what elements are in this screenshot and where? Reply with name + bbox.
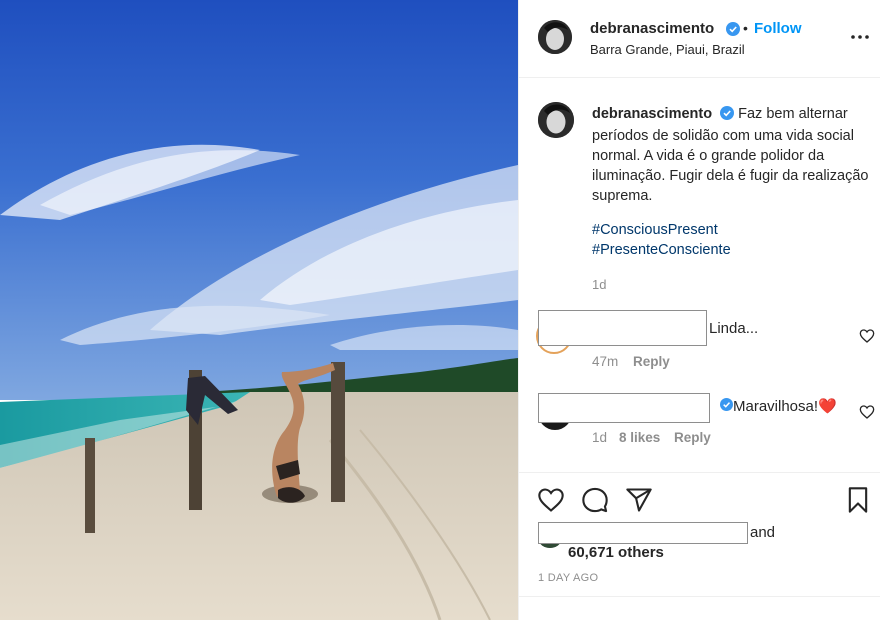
post-photo[interactable]: [0, 0, 518, 620]
likes-and-text: and: [750, 524, 776, 541]
comment-timestamp[interactable]: 47m: [592, 354, 618, 369]
heart-icon[interactable]: [537, 486, 565, 514]
comment-text: Linda...: [709, 320, 759, 337]
post-details-panel: debranascimento • Follow Barra Grande, P…: [518, 0, 880, 620]
separator-dot: •: [743, 20, 748, 36]
reply-button[interactable]: Reply: [674, 430, 711, 445]
actions-divider: [519, 472, 880, 473]
comment-like-heart-icon[interactable]: [859, 328, 875, 344]
heart-emoji: ❤️: [818, 398, 837, 415]
verified-badge-icon: [720, 106, 735, 126]
comment-likes-count[interactable]: 8 likes: [619, 430, 660, 445]
caption-username[interactable]: debranascimento: [592, 106, 712, 122]
post-date[interactable]: 1 DAY AGO: [538, 572, 598, 584]
comment-like-heart-icon[interactable]: [859, 404, 875, 420]
post-header: debranascimento • Follow Barra Grande, P…: [519, 0, 880, 78]
avatar[interactable]: [538, 20, 572, 54]
redacted-liker: [538, 522, 748, 544]
bookmark-icon[interactable]: [844, 486, 872, 514]
verified-badge-icon: [720, 398, 733, 416]
redacted-commenter: [538, 310, 707, 346]
hashtag-link[interactable]: #PresenteConsciente: [592, 242, 731, 258]
comment-icon[interactable]: [581, 486, 609, 514]
paper-plane-icon[interactable]: [625, 486, 653, 514]
follow-button[interactable]: Follow: [754, 20, 802, 37]
reply-button[interactable]: Reply: [633, 354, 670, 369]
comment-text: Maravilhosa!❤️: [733, 398, 837, 415]
caption-timestamp[interactable]: 1d: [592, 277, 606, 292]
verified-badge-icon: [726, 22, 740, 41]
footer-divider: [519, 596, 880, 597]
caption-avatar[interactable]: [538, 102, 574, 138]
redacted-commenter: [538, 393, 710, 423]
caption: debranascimento Faz bem alternar período…: [592, 104, 877, 206]
location-link[interactable]: Barra Grande, Piaui, Brazil: [590, 42, 745, 57]
likes-count[interactable]: 60,671 others: [568, 544, 664, 561]
more-options-icon[interactable]: [849, 30, 871, 44]
hashtag-link[interactable]: #ConsciousPresent: [592, 222, 718, 238]
comment-timestamp[interactable]: 1d: [592, 430, 607, 445]
username[interactable]: debranascimento: [590, 20, 714, 37]
